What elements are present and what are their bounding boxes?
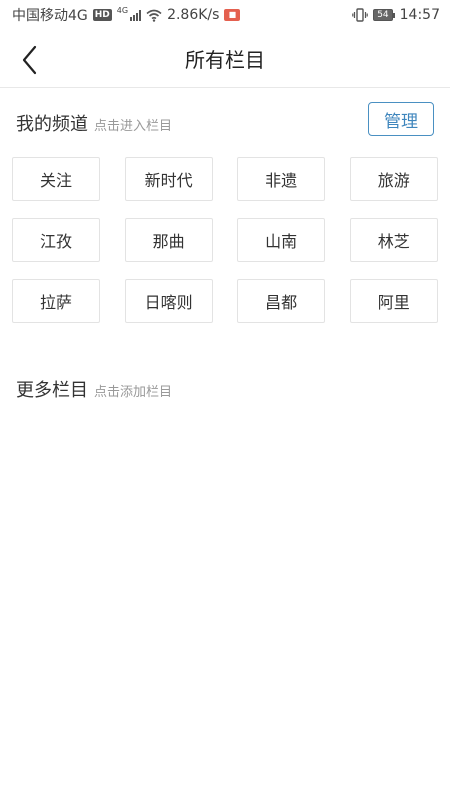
battery-icon: 54 [373,9,395,21]
status-right: 54 14:57 [352,7,440,23]
channel-item-guanzhu[interactable]: 关注 [12,157,100,201]
channel-item-rikaze[interactable]: 日喀则 [124,279,213,323]
hd-icon: HD [92,9,112,21]
more-channels-header: 更多栏目 点击添加栏目 [16,376,172,402]
more-channels-title: 更多栏目 [16,380,88,401]
chevron-left-icon [22,45,37,75]
network-type-label: 4G [116,5,129,15]
carrier-label: 中国移动4G [12,8,88,24]
clock: 14:57 [399,7,440,23]
nav-bar: 所有栏目 [0,32,450,88]
channel-item-linzhi[interactable]: 林芝 [349,218,438,262]
channel-item-changdu[interactable]: 昌都 [237,279,326,323]
manage-button[interactable]: 管理 [368,102,434,136]
network-speed: 2.86K/s [167,7,220,23]
app-notification-icon: ■ [224,9,241,21]
channel-item-ali[interactable]: 阿里 [349,279,438,323]
my-channels-grid: 关注 新时代 非遗 旅游 江孜 那曲 山南 林芝 拉萨 日喀则 昌都 阿里 [12,157,438,323]
channel-item-shannan[interactable]: 山南 [237,218,326,262]
page-title: 所有栏目 [185,48,265,72]
channel-item-feiyi[interactable]: 非遗 [237,157,326,201]
wifi-icon [146,9,162,22]
my-channels-title: 我的频道 [16,114,88,135]
more-channels-hint: 点击添加栏目 [94,385,173,400]
status-left: 中国移动4G HD 4G 2.86K/s ■ [12,5,241,25]
signal-icon [130,9,142,21]
channel-item-jiangzi[interactable]: 江孜 [12,218,100,262]
my-channels-header: 我的频道 点击进入栏目 [16,110,172,136]
back-button[interactable] [12,42,48,78]
status-bar: 中国移动4G HD 4G 2.86K/s ■ 54 14:57 [0,0,450,30]
channel-item-lasa[interactable]: 拉萨 [12,279,100,323]
channel-item-xinshidai[interactable]: 新时代 [124,157,213,201]
my-channels-hint: 点击进入栏目 [94,119,173,134]
battery-level: 54 [373,9,393,21]
channel-item-naqu[interactable]: 那曲 [124,218,213,262]
vibrate-icon [352,8,368,22]
channel-item-lvyou[interactable]: 旅游 [349,157,438,201]
